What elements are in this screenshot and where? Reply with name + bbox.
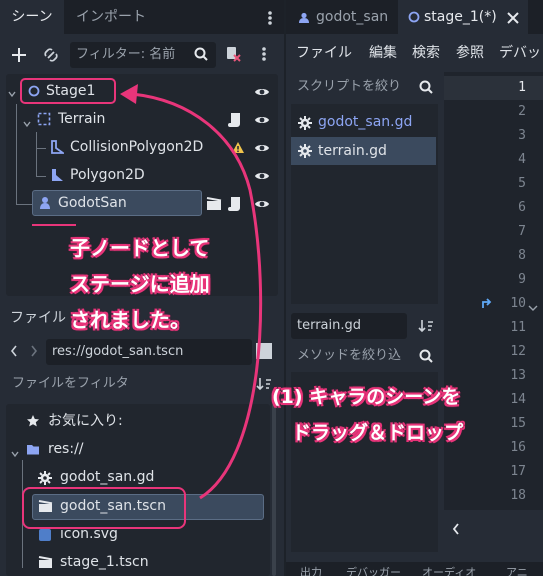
annotation-child-line1: 子ノードとして — [70, 236, 210, 260]
annotation-drag-line1: (1) キャラのシーンを — [272, 386, 461, 408]
annotation-child-line3: されました。 — [70, 308, 190, 332]
annotation-child-line2: ステージに追加 — [70, 272, 210, 296]
drag-source-highlight — [22, 487, 186, 529]
annotation-drag-line2: ドラッグ＆ドロップ — [292, 422, 464, 444]
